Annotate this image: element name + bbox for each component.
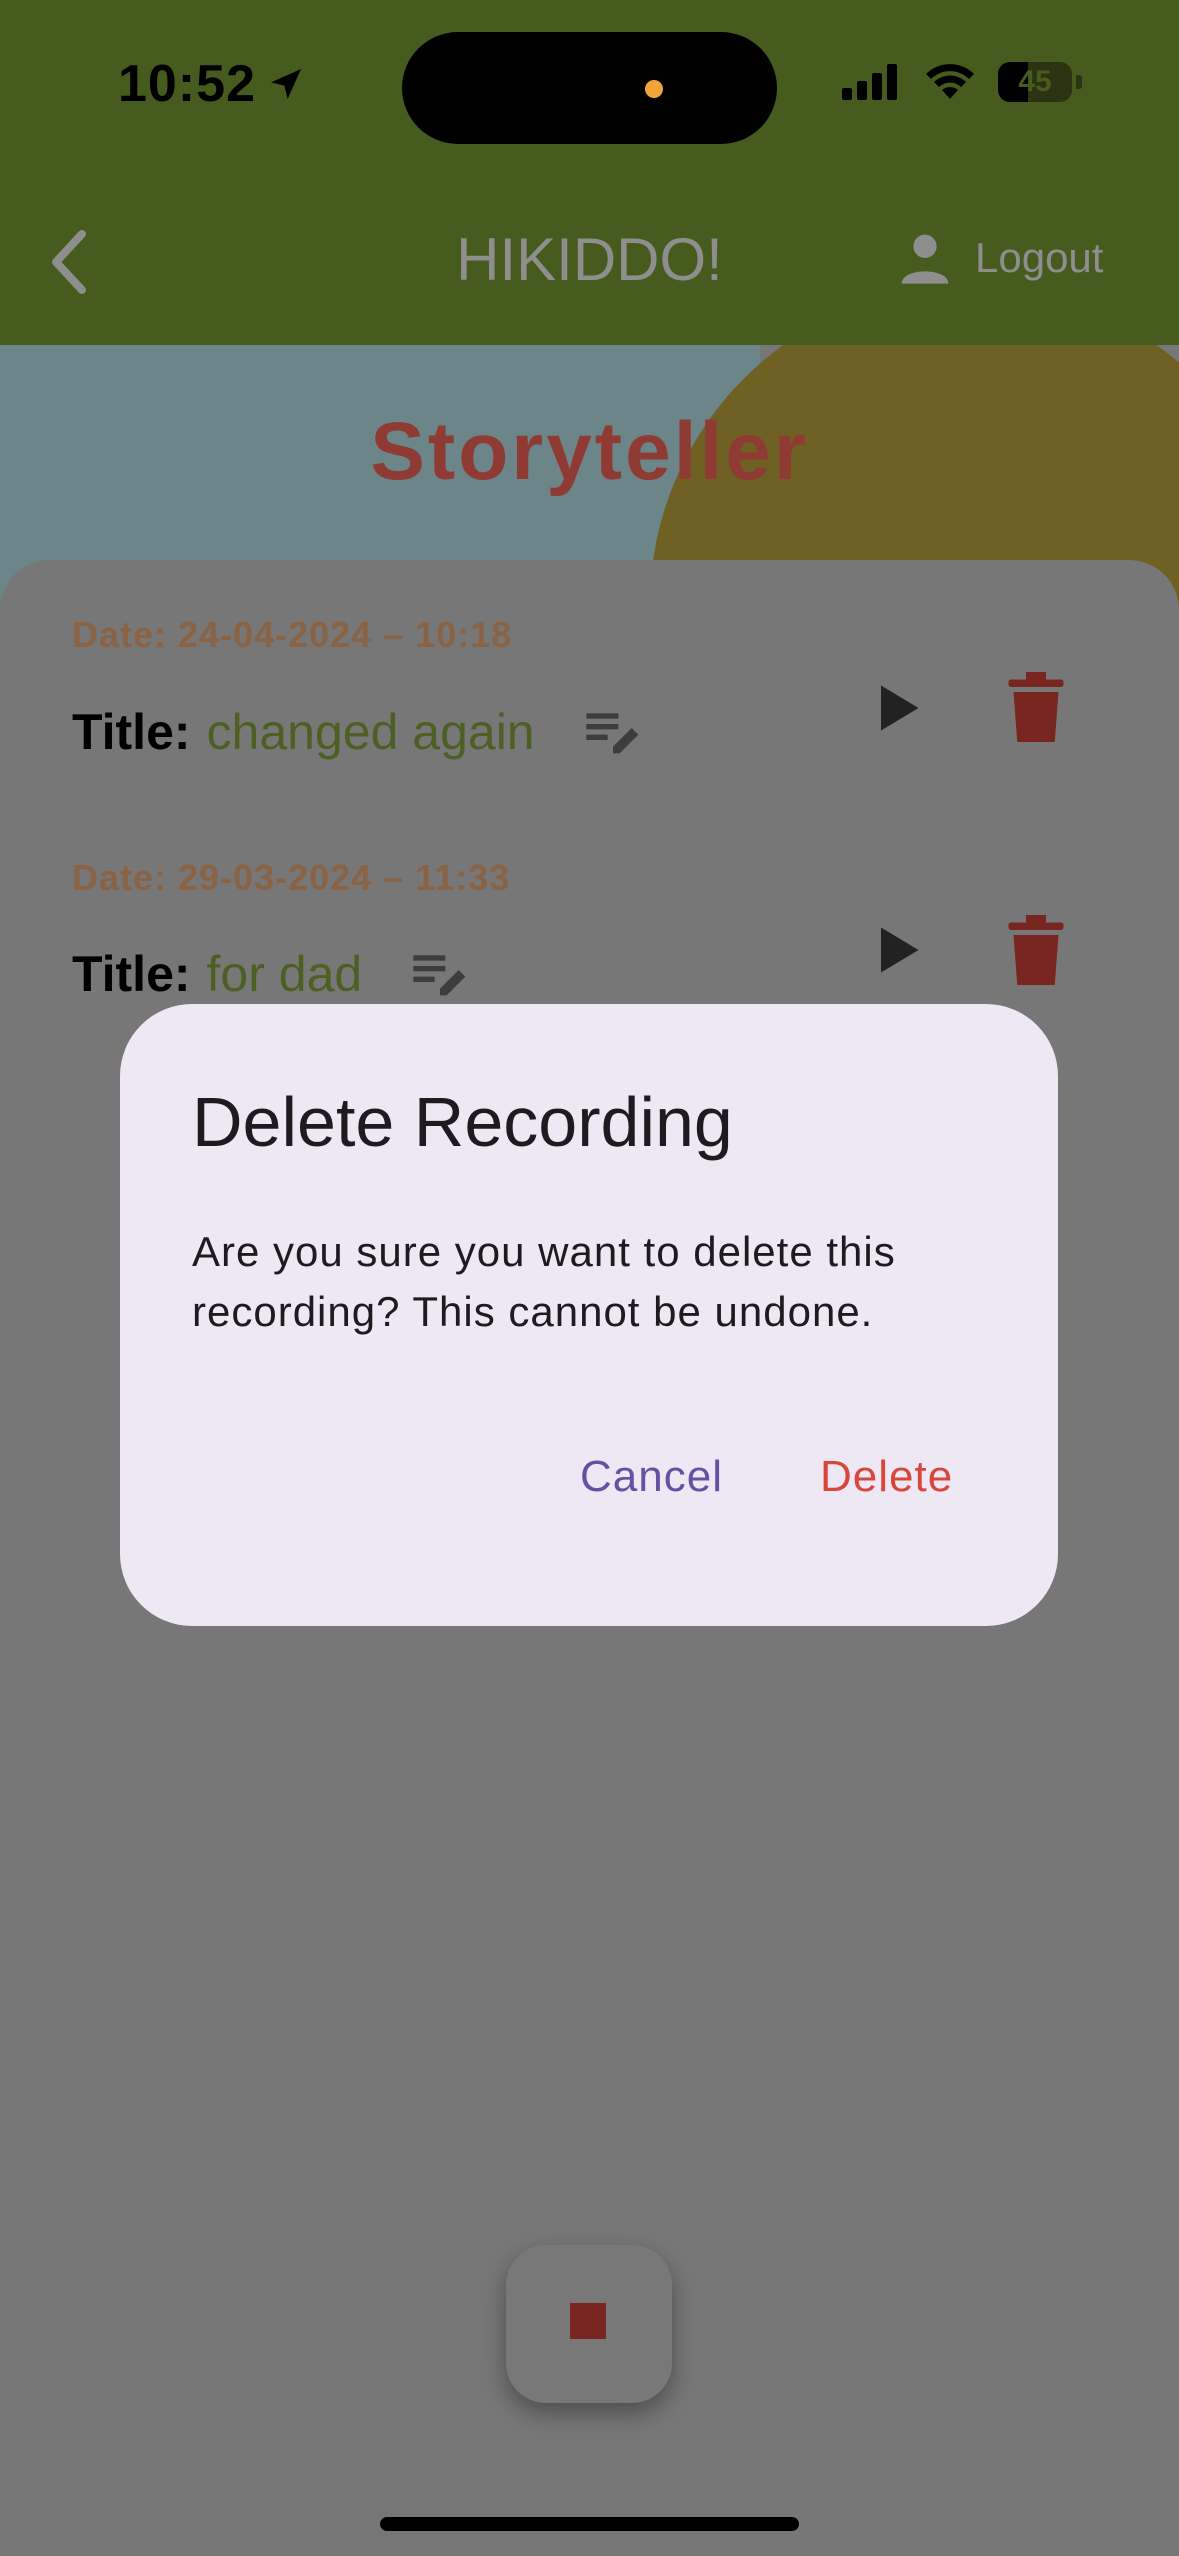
location-arrow-icon bbox=[271, 69, 301, 99]
home-indicator[interactable] bbox=[380, 2517, 799, 2531]
logout-label: Logout bbox=[975, 234, 1104, 281]
recording-title-value: changed again bbox=[206, 704, 535, 760]
recording-date: Date: 29-03-2024 – 11:33 bbox=[72, 857, 511, 898]
dialog-message: Are you sure you want to delete this rec… bbox=[192, 1228, 896, 1335]
battery-icon: 45 bbox=[998, 62, 1072, 102]
recording-title: Title: changed again bbox=[72, 700, 645, 764]
privacy-indicator-dot bbox=[645, 80, 663, 98]
recording-title-label: Title: bbox=[72, 704, 191, 760]
play-icon[interactable] bbox=[866, 920, 926, 980]
status-time: 10:52 bbox=[118, 54, 306, 114]
edit-list-icon[interactable] bbox=[408, 942, 472, 1006]
person-icon bbox=[901, 234, 949, 284]
status-icons: 45 bbox=[842, 62, 1082, 102]
recording-title-label: Title: bbox=[72, 946, 191, 1002]
delete-button[interactable]: Delete bbox=[800, 1440, 973, 1514]
dialog-title: Delete Recording bbox=[192, 1083, 733, 1161]
status-time-text: 10:52 bbox=[118, 55, 256, 113]
signal-icon bbox=[842, 64, 897, 100]
trash-icon[interactable] bbox=[1006, 915, 1066, 985]
recording-title-value: for dad bbox=[206, 946, 363, 1002]
play-icon[interactable] bbox=[866, 678, 926, 738]
battery-level: 45 bbox=[1018, 65, 1052, 98]
cancel-button[interactable]: Cancel bbox=[560, 1440, 743, 1514]
stop-icon bbox=[570, 2303, 606, 2339]
trash-icon[interactable] bbox=[1006, 672, 1066, 742]
wifi-icon bbox=[926, 64, 974, 99]
recording-date: Date: 24-04-2024 – 10:18 bbox=[72, 614, 513, 655]
recording-title: Title: for dad bbox=[72, 942, 472, 1006]
logout-button[interactable]: Logout bbox=[897, 230, 1103, 286]
dynamic-island bbox=[402, 32, 777, 144]
page-title: Storyteller bbox=[370, 406, 809, 497]
edit-list-icon[interactable] bbox=[581, 700, 645, 764]
